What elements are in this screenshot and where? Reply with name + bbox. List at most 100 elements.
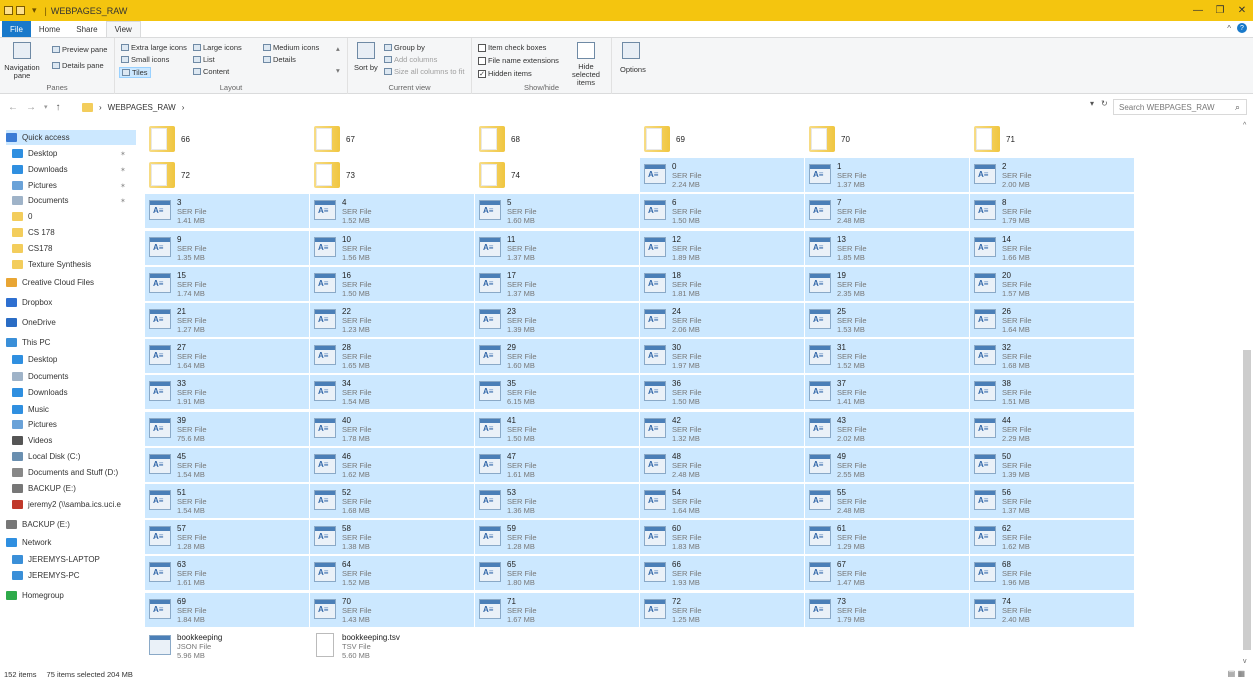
details-pane-button[interactable]: Details pane	[52, 61, 104, 70]
tiles-option[interactable]: Tiles	[119, 67, 151, 78]
file-tile[interactable]: 42SER File1.32 MB	[640, 411, 804, 446]
item-check-boxes-checkbox[interactable]	[478, 43, 486, 52]
dropdown-icon[interactable]: ▾	[32, 5, 37, 16]
file-tile[interactable]: 10SER File1.56 MB	[310, 230, 474, 265]
navigation-pane-button[interactable]: Navigation pane	[2, 64, 42, 80]
file-tile[interactable]: 31SER File1.52 MB	[805, 339, 969, 374]
file-tile[interactable]: 62SER File1.62 MB	[970, 520, 1134, 555]
up-icon[interactable]: ↑	[56, 102, 61, 113]
tab-view[interactable]: View	[105, 21, 141, 37]
file-tile[interactable]: 58SER File1.38 MB	[310, 520, 474, 555]
file-tile[interactable]: 69SER File1.84 MB	[145, 592, 309, 627]
nav-item[interactable]: Desktop ✶	[12, 146, 136, 161]
hide-selected-icon[interactable]	[577, 42, 595, 59]
pin-icon[interactable]: ✶	[120, 166, 126, 174]
file-tile[interactable]: 29SER File1.60 MB	[475, 339, 639, 374]
file-tile[interactable]: 20SER File1.57 MB	[970, 266, 1134, 301]
scroll-up-icon[interactable]: ^	[1243, 122, 1246, 129]
file-tile[interactable]: 71SER File1.67 MB	[475, 592, 639, 627]
nav-item[interactable]: Texture Synthesis	[12, 257, 136, 272]
file-tile[interactable]: 45SER File1.54 MB	[145, 447, 309, 482]
small-icons-option[interactable]: Small icons	[121, 55, 169, 64]
search-input[interactable]: Search WEBPAGES_RAW ⌕	[1113, 99, 1247, 115]
tab-file[interactable]: File	[2, 21, 31, 37]
file-tile[interactable]: 11SER File1.37 MB	[475, 230, 639, 265]
file-tile[interactable]: 50SER File1.39 MB	[970, 447, 1134, 482]
address-dropdown-icon[interactable]: ▾	[1090, 99, 1094, 108]
scrollbar-thumb[interactable]	[1243, 350, 1251, 650]
nav-item[interactable]: CS178	[12, 241, 136, 256]
group-by-button[interactable]: Group by	[384, 43, 425, 52]
folder-tile[interactable]: 68	[475, 122, 639, 156]
hidden-items-option[interactable]: ✓ Hidden items	[478, 69, 532, 78]
medium-icons-option[interactable]: Medium icons	[263, 43, 319, 52]
details-option[interactable]: Details	[263, 55, 296, 64]
file-tile[interactable]: 30SER File1.97 MB	[640, 339, 804, 374]
pin-icon[interactable]: ✶	[120, 197, 126, 205]
nav-item[interactable]: Downloads ✶	[12, 162, 136, 177]
file-tile[interactable]: 1SER File1.37 MB	[805, 158, 969, 193]
file-name-extensions-option[interactable]: File name extensions	[478, 56, 559, 65]
recent-locations-icon[interactable]: ▾	[44, 103, 48, 111]
nav-item[interactable]: 0	[12, 209, 136, 224]
collapse-ribbon-icon[interactable]: ^	[1227, 24, 1231, 33]
minimize-button[interactable]: —	[1187, 0, 1209, 21]
layout-expand-icon[interactable]: ▾	[336, 66, 340, 75]
pin-icon[interactable]: ✶	[120, 150, 126, 158]
large-icons-option[interactable]: Large icons	[193, 43, 242, 52]
file-tile[interactable]: 65SER File1.80 MB	[475, 556, 639, 591]
nav-item[interactable]: Dropbox	[6, 295, 136, 310]
file-tile[interactable]: 37SER File1.41 MB	[805, 375, 969, 410]
file-tile[interactable]: 43SER File2.02 MB	[805, 411, 969, 446]
file-tile[interactable]: 25SER File1.53 MB	[805, 303, 969, 337]
sort-by-icon[interactable]	[357, 42, 375, 59]
file-tile[interactable]: 74SER File2.40 MB	[970, 592, 1134, 627]
nav-item[interactable]: JEREMYS-LAPTOP	[12, 552, 136, 567]
size-columns-button[interactable]: Size all columns to fit	[384, 67, 464, 76]
file-tile[interactable]: 57SER File1.28 MB	[145, 520, 309, 555]
options-button[interactable]: Options	[620, 65, 646, 74]
file-tile[interactable]: 53SER File1.36 MB	[475, 484, 639, 518]
search-icon[interactable]: ⌕	[1235, 102, 1240, 113]
file-tile[interactable]: 3SER File1.41 MB	[145, 194, 309, 229]
file-tile[interactable]: 51SER File1.54 MB	[145, 484, 309, 518]
folder-tile[interactable]: 71	[970, 122, 1134, 156]
file-tile[interactable]: 41SER File1.50 MB	[475, 411, 639, 446]
item-check-boxes-option[interactable]: Item check boxes	[478, 43, 546, 52]
nav-item[interactable]: OneDrive	[6, 315, 136, 330]
view-toggle-icon[interactable]: ▤ ▦	[1228, 669, 1245, 678]
file-tile[interactable]: 18SER File1.81 MB	[640, 266, 804, 301]
tab-home[interactable]: Home	[31, 21, 68, 37]
file-tile[interactable]: 73SER File1.79 MB	[805, 592, 969, 627]
vertical-scrollbar[interactable]: ^ v	[1241, 122, 1253, 665]
new-folder-icon[interactable]	[16, 6, 25, 15]
file-tile[interactable]: 46SER File1.62 MB	[310, 447, 474, 482]
options-icon[interactable]	[622, 42, 640, 59]
file-tile[interactable]: 68SER File1.96 MB	[970, 556, 1134, 591]
nav-item[interactable]: This PC	[6, 335, 136, 350]
file-tile[interactable]: 2SER File2.00 MB	[970, 158, 1134, 193]
nav-item[interactable]: BACKUP (E:)	[6, 517, 136, 532]
file-tile[interactable]: 56SER File1.37 MB	[970, 484, 1134, 518]
file-tile[interactable]: 70SER File1.43 MB	[310, 592, 474, 627]
file-tile[interactable]: 67SER File1.47 MB	[805, 556, 969, 591]
breadcrumb-chevron-icon[interactable]: ›	[182, 103, 185, 112]
file-tile[interactable]: 12SER File1.89 MB	[640, 230, 804, 265]
file-tile[interactable]: 39SER File75.6 MB	[145, 411, 309, 446]
folder-tile[interactable]: 74	[475, 158, 639, 192]
folder-tile[interactable]: 70	[805, 122, 969, 156]
nav-item[interactable]: Documents and Stuff (D:)	[12, 465, 136, 480]
file-tile[interactable]: 38SER File1.51 MB	[970, 375, 1134, 410]
file-tile[interactable]: 49SER File2.55 MB	[805, 447, 969, 482]
file-tile[interactable]: bookkeeping JSON File 5.96 MB	[145, 629, 309, 663]
navigation-pane-icon[interactable]	[13, 42, 31, 59]
nav-item[interactable]: JEREMYS-PC	[12, 568, 136, 583]
file-tile[interactable]: 24SER File2.06 MB	[640, 303, 804, 337]
file-tile[interactable]: 47SER File1.61 MB	[475, 447, 639, 482]
nav-item[interactable]: jeremy2 (\\samba.ics.uci.e	[12, 497, 136, 512]
nav-item[interactable]: Quick access	[6, 130, 136, 145]
file-tile[interactable]: 7SER File2.48 MB	[805, 194, 969, 229]
folder-tile[interactable]: 67	[310, 122, 474, 156]
nav-item[interactable]: Documents	[12, 369, 136, 384]
content-option[interactable]: Content	[193, 67, 229, 76]
